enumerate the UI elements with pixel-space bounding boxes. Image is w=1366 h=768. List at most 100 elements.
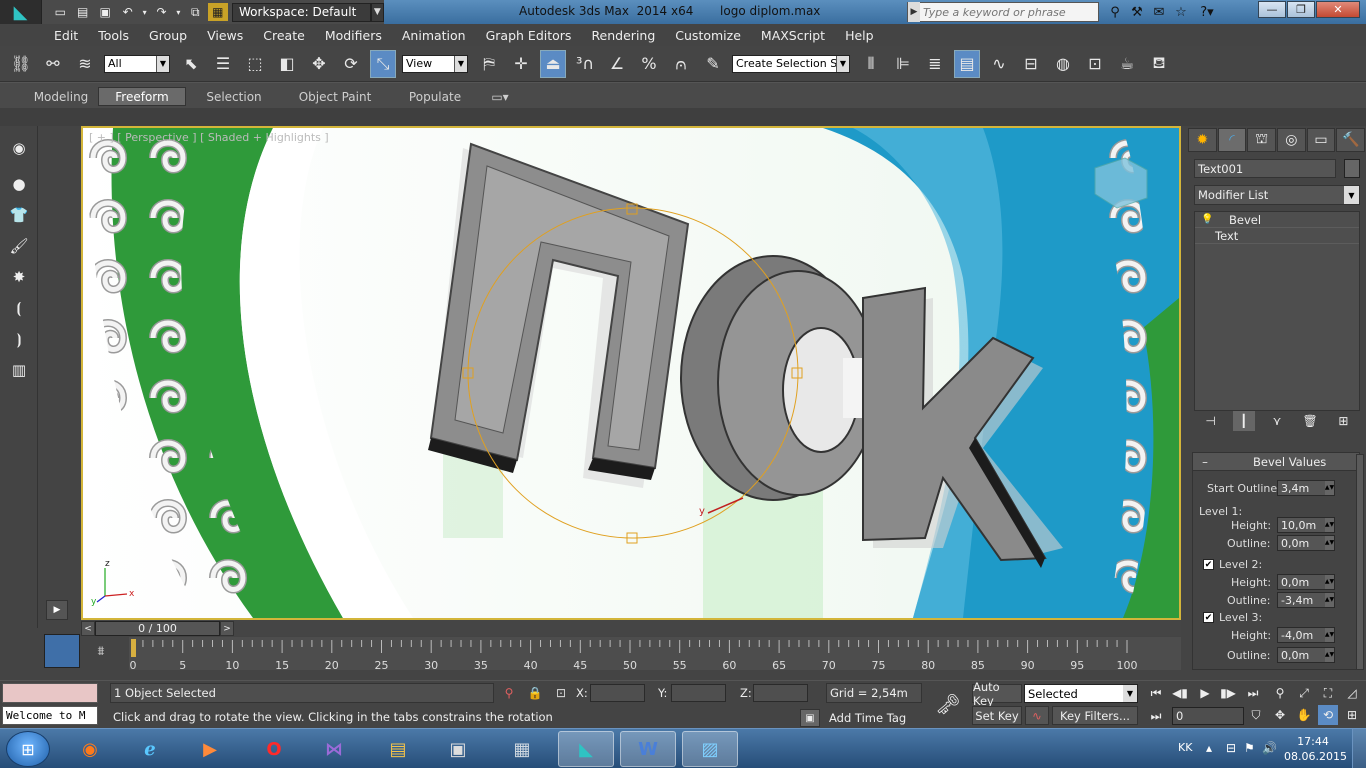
workspace-dropdown[interactable]: Workspace: Default [232, 2, 371, 22]
zoom-extents-icon[interactable]: ⚲ [1270, 683, 1290, 703]
chevron-down-icon[interactable]: ▼ [370, 2, 384, 22]
pivot-center-icon[interactable]: ⛿ [476, 50, 502, 78]
menu-create[interactable]: Create [253, 28, 315, 43]
go-to-end-icon[interactable]: ⏭ [1243, 683, 1263, 703]
scale-icon[interactable]: ⤡ [370, 49, 396, 78]
start-button-icon[interactable]: ⊞ [6, 731, 50, 767]
track-bar[interactable]: 0 5 10 15 20 25 30 35 40 45 50 55 60 65 70 75 80 85 90 95 10… [129, 637, 1181, 672]
language-indicator[interactable]: KK [1178, 741, 1192, 754]
absolute-mode-icon[interactable]: ⊡ [552, 684, 570, 702]
orbit-icon[interactable]: ✋ [1294, 705, 1314, 725]
level1-height-spinner[interactable]: 10,0m ▲▼ [1277, 517, 1335, 533]
communication-icon[interactable]: ✉ [1148, 3, 1170, 21]
isolate-icon[interactable]: ⚲ [500, 684, 518, 702]
selection-filter-dropdown[interactable]: All ▼ [104, 54, 170, 73]
percent-snap-icon[interactable]: % [636, 50, 662, 78]
brackets-icon-1[interactable]: ⦗ [2, 294, 36, 322]
next-key-icon[interactable]: ▮▶ [1218, 683, 1238, 703]
app-logo-icon[interactable]: ◣ [0, 0, 42, 24]
menu-edit[interactable]: Edit [44, 28, 88, 43]
level1-outline-spinner[interactable]: 0,0m ▲▼ [1277, 535, 1335, 551]
key-tangent-icon[interactable]: ∿ [1025, 706, 1049, 725]
search-box[interactable]: ▶ [907, 2, 1099, 22]
link-icon[interactable]: ⛓ [8, 50, 34, 78]
select-object-icon[interactable]: ⬉ [178, 50, 204, 78]
play-icon[interactable]: ▶ [1195, 683, 1215, 703]
binoculars-icon[interactable]: ⚲ [1104, 3, 1126, 21]
maxscript-output[interactable]: Welcome to M [2, 706, 98, 725]
minimize-icon[interactable]: — [1258, 1, 1286, 18]
file-explorer-icon[interactable]: ▤ [370, 731, 426, 767]
spinner-arrows-icon[interactable]: ▲▼ [1325, 536, 1334, 550]
redo-dropdown-icon[interactable]: ▾ [174, 3, 183, 21]
trackbar-toggle-icon[interactable]: ⩩ [90, 640, 112, 662]
search-input[interactable] [920, 5, 1098, 19]
calculator-icon[interactable]: ▦ [494, 731, 550, 767]
windows-explorer-icon[interactable]: ▣ [430, 731, 486, 767]
tab-modeling[interactable]: Modeling [28, 87, 94, 106]
spinner-snap-icon[interactable]: ⩀ [668, 50, 694, 78]
create-tab-icon[interactable]: ✹ [1188, 128, 1217, 152]
utilities-tab-icon[interactable]: 🔨 [1336, 128, 1366, 152]
key-filters-button[interactable]: Key Filters... [1052, 706, 1138, 725]
current-frame-field[interactable]: 0 [1172, 707, 1244, 725]
move-icon[interactable]: ✥ [306, 50, 332, 78]
bind-space-warp-icon[interactable]: ≋ [72, 50, 98, 78]
scene-explorer-icon[interactable]: ◉ [2, 134, 36, 162]
object-name-field[interactable]: Text001 [1194, 159, 1336, 178]
favorites-star-icon[interactable]: ☆ [1170, 3, 1192, 21]
pin-stack-icon[interactable]: ⊣ [1200, 411, 1222, 431]
spinner-arrows-icon[interactable]: ▲▼ [1325, 648, 1334, 662]
set-key-button[interactable]: Set Key [972, 706, 1022, 725]
set-key-icon[interactable]: 🗝 [928, 687, 968, 721]
menu-tools[interactable]: Tools [88, 28, 139, 43]
menu-animation[interactable]: Animation [392, 28, 476, 43]
word-icon[interactable]: W [620, 731, 676, 767]
lightbulb-icon[interactable]: 💡 [1195, 214, 1213, 225]
rendered-frame-icon[interactable]: ☕ [1114, 50, 1140, 78]
network-icon[interactable]: ⊟ [1226, 741, 1236, 755]
render-setup-icon[interactable]: ⊡ [1082, 50, 1108, 78]
current-frame-marker[interactable] [131, 639, 136, 657]
particle-icon[interactable]: ✸ [2, 263, 36, 291]
stack-item-bevel[interactable]: 💡 Bevel [1195, 212, 1359, 228]
align-icon[interactable]: ⊫ [890, 50, 916, 78]
configure-sets-icon[interactable]: ⊞ [1332, 411, 1354, 431]
unlink-icon[interactable]: ⚯ [40, 50, 66, 78]
go-to-start-icon[interactable]: ⏮ [1146, 683, 1166, 703]
restore-icon[interactable]: ❐ [1287, 1, 1315, 18]
previous-frame-icon[interactable]: < [81, 621, 95, 636]
maximize-toggle-icon[interactable]: ⊞ [1342, 705, 1362, 725]
brush-icon[interactable]: 🖌 [2, 232, 36, 260]
image-viewer-icon[interactable]: ▨ [682, 731, 738, 767]
spinner-arrows-icon[interactable]: ▲▼ [1325, 518, 1334, 532]
brackets-icon-2[interactable]: ⦘ [2, 325, 36, 353]
new-file-icon[interactable]: ▭ [50, 3, 70, 21]
tab-selection[interactable]: Selection [198, 87, 270, 106]
menu-modifiers[interactable]: Modifiers [315, 28, 392, 43]
menu-group[interactable]: Group [139, 28, 197, 43]
tab-freeform[interactable]: Freeform [98, 87, 186, 106]
make-unique-icon[interactable]: ⋎ [1266, 411, 1288, 431]
opera-icon[interactable]: O [246, 731, 302, 767]
start-outline-spinner[interactable]: 3,4m ▲▼ [1277, 480, 1335, 496]
shirt-icon[interactable]: 👕 [2, 201, 36, 229]
reference-coord-dropdown[interactable]: View ▼ [402, 54, 468, 73]
next-frame-icon[interactable]: > [220, 621, 234, 636]
time-config-icon[interactable]: ⛉ [1246, 705, 1266, 725]
sphere-icon[interactable]: ● [2, 170, 36, 198]
curve-editor-icon[interactable]: ∿ [986, 50, 1012, 78]
media-icon[interactable]: ▦ [207, 3, 229, 21]
modifier-list-dropdown[interactable]: Modifier List ▼ [1194, 185, 1360, 205]
pan-view-icon[interactable]: ✥ [1270, 705, 1290, 725]
system-clock[interactable]: 17:44 08.06.2015 [1284, 734, 1347, 764]
maxscript-listener-mini[interactable] [2, 683, 98, 703]
window-crossing-icon[interactable]: ◧ [274, 50, 300, 78]
tray-arrow-icon[interactable]: ▴ [1206, 741, 1212, 755]
object-color-swatch[interactable] [1344, 159, 1360, 178]
play-viewport-icon[interactable]: ▶ [46, 600, 68, 620]
select-and-manipulate-icon[interactable]: ✛ [508, 50, 534, 78]
menu-rendering[interactable]: Rendering [581, 28, 665, 43]
render-production-icon[interactable]: ⛾ [1146, 50, 1172, 78]
material-editor-icon[interactable]: ◍ [1050, 50, 1076, 78]
